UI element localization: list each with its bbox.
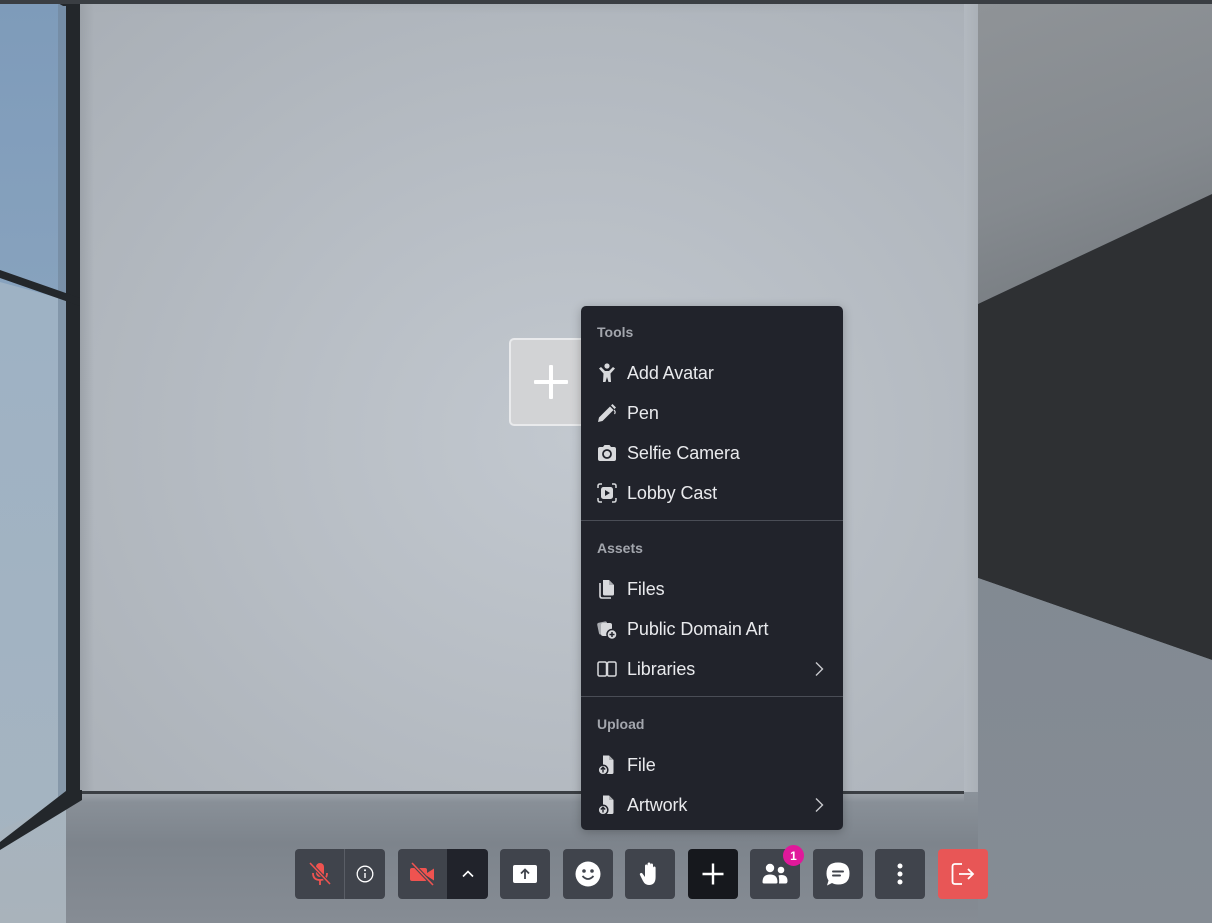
camera-toggle-button[interactable]	[398, 849, 447, 899]
menu-item-lobby-cast[interactable]: Lobby Cast	[581, 473, 843, 513]
audio-control-group	[295, 849, 385, 899]
screen-share-icon	[513, 865, 537, 883]
menu-section-title-upload: Upload	[597, 716, 645, 732]
video-off-icon	[409, 862, 434, 886]
menu-item-label: Public Domain Art	[627, 618, 769, 639]
chevron-up-icon	[461, 870, 474, 878]
bottom-toolbar: 1	[0, 845, 1212, 899]
menu-item-label: File	[627, 754, 656, 775]
menu-item-libraries[interactable]: Libraries	[581, 649, 843, 689]
menu-item-label: Libraries	[627, 658, 696, 679]
plus-icon	[534, 365, 568, 399]
files-icon	[596, 578, 618, 600]
screen-share-button[interactable]	[500, 849, 550, 899]
more-vertical-icon	[897, 863, 903, 885]
chat-bubble-icon	[826, 862, 850, 886]
add-content-menu: Tools Add Avatar Pen Selfie Camera Lobby…	[581, 306, 843, 830]
menu-item-label: Lobby Cast	[627, 482, 718, 503]
people-icon	[762, 863, 788, 884]
reactions-button[interactable]	[563, 849, 613, 899]
back-wall-edge	[964, 4, 978, 792]
ceiling-edge	[0, 0, 1212, 4]
menu-divider	[581, 696, 843, 697]
video-control-group	[398, 849, 488, 899]
menu-item-label: Files	[627, 578, 665, 599]
participants-count-badge: 1	[783, 845, 804, 866]
menu-item-add-avatar[interactable]: Add Avatar	[581, 353, 843, 393]
art-collection-add-icon	[596, 618, 618, 640]
menu-divider	[581, 520, 843, 521]
wall-add-content-button[interactable]	[509, 338, 589, 426]
audio-info-button[interactable]	[344, 849, 385, 899]
menu-item-upload-artwork[interactable]: Artwork	[581, 785, 843, 825]
book-open-icon	[596, 658, 618, 680]
person-arms-up-icon	[596, 362, 618, 384]
exit-icon	[951, 863, 975, 885]
cast-play-icon	[596, 482, 618, 504]
file-upload-icon	[596, 754, 618, 776]
menu-item-label: Add Avatar	[627, 362, 714, 383]
hand-icon	[639, 862, 656, 885]
mute-toggle-button[interactable]	[295, 849, 344, 899]
menu-section-title-tools: Tools	[597, 324, 634, 340]
plus-icon	[702, 863, 724, 885]
mic-off-icon	[308, 861, 331, 886]
camera-options-button[interactable]	[447, 849, 488, 899]
menu-section-title-assets: Assets	[597, 540, 643, 556]
add-content-button[interactable]	[688, 849, 738, 899]
chevron-right-icon	[815, 798, 824, 812]
artwork-upload-icon	[596, 794, 618, 816]
raise-hand-button[interactable]	[625, 849, 675, 899]
menu-item-public-domain-art[interactable]: Public Domain Art	[581, 609, 843, 649]
menu-item-files[interactable]: Files	[581, 569, 843, 609]
menu-item-label: Artwork	[627, 794, 688, 815]
menu-item-pen[interactable]: Pen	[581, 393, 843, 433]
camera-icon	[596, 442, 618, 464]
menu-item-selfie-camera[interactable]: Selfie Camera	[581, 433, 843, 473]
window-frame-vertical	[66, 0, 80, 800]
participants-button[interactable]: 1	[750, 845, 804, 899]
menu-item-label: Pen	[627, 402, 659, 423]
chevron-right-icon	[815, 662, 824, 676]
pen-icon	[596, 402, 618, 424]
menu-item-label: Selfie Camera	[627, 442, 740, 463]
smiley-icon	[575, 861, 601, 887]
more-options-button[interactable]	[875, 849, 925, 899]
window-inner-edge	[58, 4, 66, 799]
menu-item-upload-file[interactable]: File	[581, 745, 843, 785]
leave-room-button[interactable]	[938, 849, 988, 899]
chat-button[interactable]	[813, 849, 863, 899]
info-icon	[356, 865, 374, 883]
